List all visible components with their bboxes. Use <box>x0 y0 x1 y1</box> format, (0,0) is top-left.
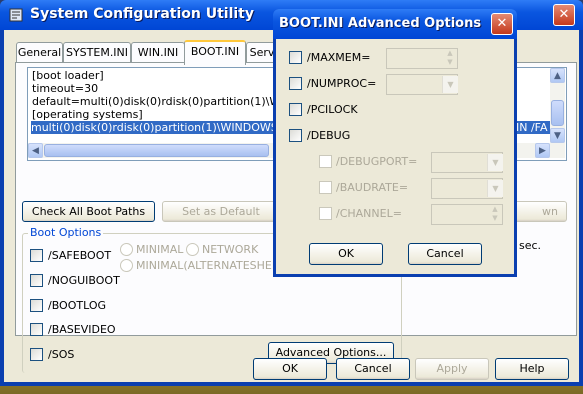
channel-label: /CHANNEL= <box>336 207 402 220</box>
debug-checkbox[interactable] <box>289 129 302 142</box>
dialog-title-bar[interactable]: BOOT.INI Advanced Options ✕ <box>273 9 517 39</box>
chevron-up-icon: ▲ <box>554 71 561 81</box>
dialog-cancel-button[interactable]: Cancel <box>408 243 482 265</box>
spin-up-icon[interactable]: ▲ <box>443 49 457 58</box>
dialog-close-button[interactable]: ✕ <box>491 13 513 35</box>
minimal-radio[interactable] <box>120 243 133 256</box>
maxmem-spinner[interactable]: ▲ ▼ <box>386 48 458 69</box>
sos-label: /SOS <box>48 348 75 361</box>
sos-checkbox[interactable] <box>30 348 43 361</box>
vertical-scrollbar[interactable]: ▲ ▼ <box>550 68 565 158</box>
scroll-down-button[interactable]: ▼ <box>550 128 565 143</box>
spin-up-icon[interactable]: ▲ <box>488 205 502 214</box>
network-radio[interactable] <box>186 243 199 256</box>
chevron-left-icon: ◀ <box>32 146 39 156</box>
channel-spinner[interactable]: ▲ ▼ <box>431 204 503 225</box>
main-window-title: System Configuration Utility <box>30 6 254 22</box>
maxmem-label: /MAXMEM= <box>307 51 371 64</box>
debugport-combo[interactable]: ▼ <box>431 152 503 173</box>
scroll-up-button[interactable]: ▲ <box>550 68 565 83</box>
safeboot-label: /SAFEBOOT <box>48 249 112 262</box>
scroll-right-button[interactable]: ▶ <box>535 143 550 158</box>
ini-line[interactable]: [operating systems] <box>32 108 143 121</box>
boot-options-label: Boot Options <box>28 226 104 239</box>
maxmem-checkbox[interactable] <box>289 51 302 64</box>
baudrate-combo[interactable]: ▼ <box>431 178 503 199</box>
numproc-checkbox[interactable] <box>289 77 302 90</box>
pcilock-label: /PCILOCK <box>307 103 358 116</box>
close-icon: ✕ <box>558 7 570 22</box>
baudrate-label: /BAUDRATE= <box>336 181 409 194</box>
bootlog-checkbox[interactable] <box>30 299 43 312</box>
chevron-down-icon[interactable]: ▼ <box>442 76 458 93</box>
minimal-label: MINIMAL <box>136 243 184 256</box>
horizontal-scroll-thumb[interactable] <box>44 144 269 157</box>
safeboot-checkbox[interactable] <box>30 249 43 262</box>
dialog-ok-button[interactable]: OK <box>309 243 383 265</box>
network-label: NETWORK <box>202 243 259 256</box>
ini-line[interactable]: [boot loader] <box>32 69 104 82</box>
check-all-boot-paths-button[interactable]: Check All Boot Paths <box>22 201 155 222</box>
debug-label: /DEBUG <box>307 129 351 142</box>
ini-line-selected-tail: IN /FA <box>516 121 548 134</box>
numproc-label: /NUMPROC= <box>307 77 377 90</box>
vertical-scroll-thumb[interactable] <box>551 100 564 126</box>
pcilock-checkbox[interactable] <box>289 103 302 116</box>
help-button[interactable]: Help <box>495 358 569 380</box>
dialog-client-area: /MAXMEM= ▲ ▼ /NUMPROC= ▼ /PCILOCK /DEBUG… <box>276 39 514 274</box>
chevron-down-icon[interactable]: ▼ <box>487 180 503 197</box>
app-icon <box>8 7 24 23</box>
noguiboot-checkbox[interactable] <box>30 274 43 287</box>
basevideo-label: /BASEVIDEO <box>48 323 116 336</box>
ini-line[interactable]: timeout=30 <box>32 82 98 95</box>
tab-system-ini[interactable]: SYSTEM.INI <box>63 42 131 63</box>
minimal-alternateshell-radio[interactable] <box>120 259 133 272</box>
numproc-combo[interactable]: ▼ <box>386 74 458 95</box>
tab-boot-ini[interactable]: BOOT.INI <box>184 40 246 65</box>
tab-general[interactable]: General <box>16 42 63 63</box>
main-close-button[interactable]: ✕ <box>553 4 575 26</box>
debugport-label: /DEBUGPORT= <box>336 155 418 168</box>
chevron-right-icon: ▶ <box>539 146 546 156</box>
advanced-options-dialog: BOOT.INI Advanced Options ✕ /MAXMEM= ▲ ▼… <box>273 9 517 277</box>
spin-down-icon[interactable]: ▼ <box>488 214 502 223</box>
debugport-checkbox[interactable] <box>319 155 332 168</box>
minimal-alternateshell-label: MINIMAL(ALTERNATESHELL) <box>136 259 289 272</box>
tab-win-ini[interactable]: WIN.INI <box>131 42 185 63</box>
bootlog-label: /BOOTLOG <box>48 299 107 312</box>
scroll-left-button[interactable]: ◀ <box>28 143 43 158</box>
chevron-down-icon: ▼ <box>554 131 561 141</box>
ok-button[interactable]: OK <box>253 358 327 380</box>
dialog-title: BOOT.INI Advanced Options <box>279 16 482 31</box>
close-icon: ✕ <box>496 16 508 31</box>
set-as-default-button[interactable]: Set as Default <box>162 201 280 222</box>
basevideo-checkbox[interactable] <box>30 323 43 336</box>
chevron-down-icon[interactable]: ▼ <box>487 154 503 171</box>
spin-down-icon[interactable]: ▼ <box>443 58 457 67</box>
cancel-button[interactable]: Cancel <box>336 358 410 380</box>
apply-button[interactable]: Apply <box>415 358 489 380</box>
channel-checkbox[interactable] <box>319 207 332 220</box>
noguiboot-label: /NOGUIBOOT <box>48 274 120 287</box>
baudrate-checkbox[interactable] <box>319 181 332 194</box>
timeout-unit-label: sec. <box>519 239 542 252</box>
